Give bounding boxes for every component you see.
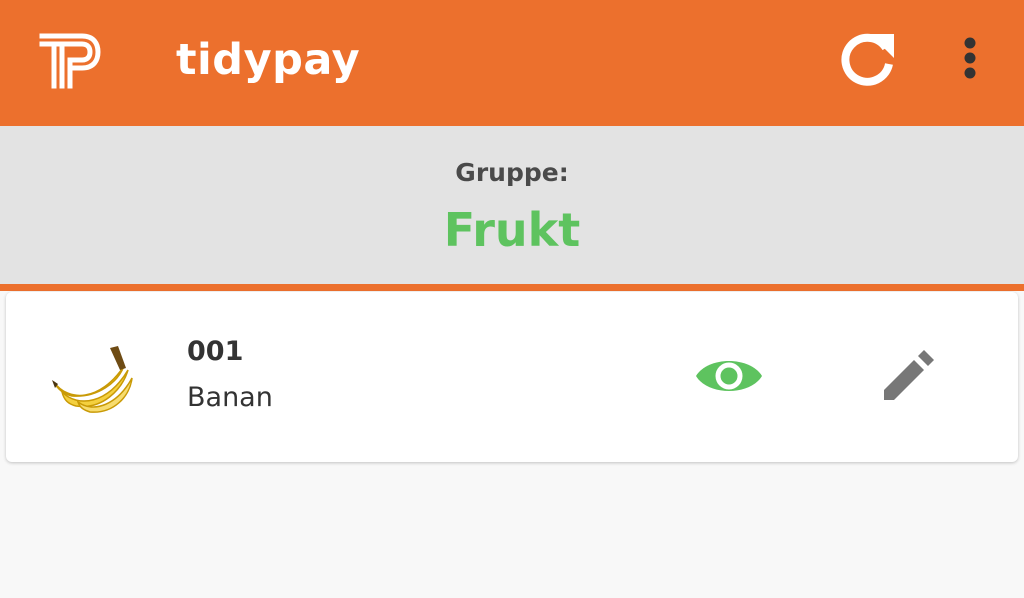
refresh-icon[interactable] (834, 26, 900, 92)
eye-icon[interactable] (694, 348, 764, 404)
more-vert-icon[interactable] (948, 30, 992, 90)
product-card[interactable]: 001 Banan (6, 292, 1018, 462)
app-title: tidypay (176, 35, 361, 85)
pencil-icon[interactable] (876, 346, 936, 406)
group-name: Frukt (443, 203, 581, 257)
app-bar: tidypay (0, 0, 1024, 126)
product-number: 001 (187, 336, 244, 367)
tidypay-logo-icon (39, 33, 101, 89)
group-label: Gruppe: (455, 158, 569, 187)
product-name: Banan (187, 382, 273, 413)
banana-image (52, 346, 133, 413)
group-header: Gruppe: Frukt (0, 126, 1024, 291)
